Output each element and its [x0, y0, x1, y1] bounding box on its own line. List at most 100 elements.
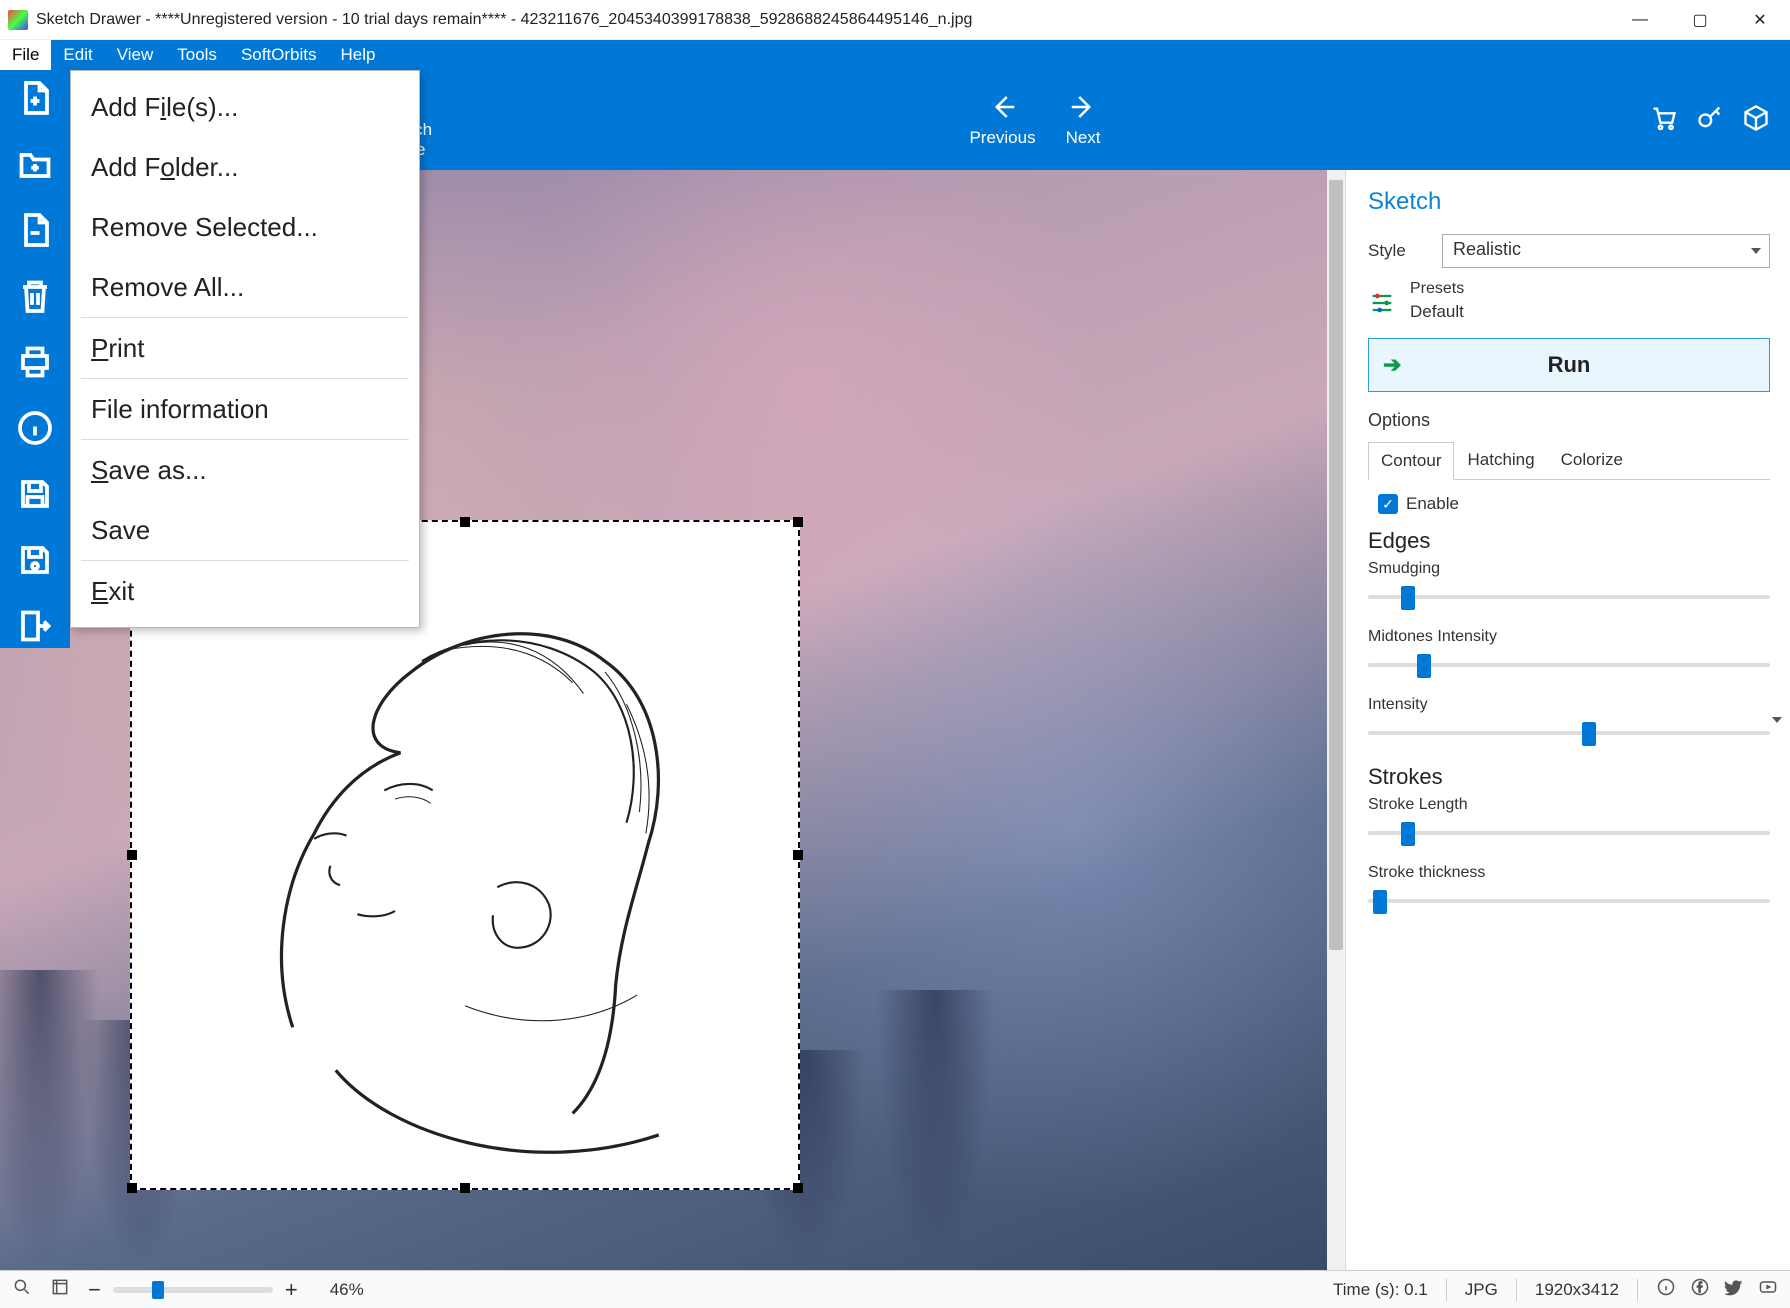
edges-heading: Edges	[1368, 528, 1770, 554]
sketch-panel: Sketch Style Realistic Presets Default ➔	[1345, 170, 1790, 1270]
remove-all-toolbar-button[interactable]	[13, 274, 57, 318]
menu-remove-selected[interactable]: Remove Selected...	[71, 197, 419, 257]
presets-settings-button[interactable]	[1368, 289, 1396, 322]
style-select[interactable]: Realistic	[1442, 234, 1770, 268]
menu-save-as[interactable]: Save as...	[71, 440, 419, 500]
app-icon	[8, 10, 28, 30]
cart-button[interactable]	[1650, 104, 1678, 137]
vertical-scrollbar[interactable]	[1327, 170, 1345, 1270]
save-as-icon	[17, 476, 53, 512]
add-folder-toolbar-button[interactable]	[13, 142, 57, 186]
zoom-control: − + 46%	[88, 1277, 364, 1303]
selection-handle[interactable]	[127, 1183, 137, 1193]
file-dropdown-menu: Add File(s)... Add Folder... Remove Sele…	[70, 70, 420, 628]
menu-add-files[interactable]: Add File(s)...	[71, 77, 419, 137]
panel-heading: Sketch	[1368, 188, 1770, 216]
package-button[interactable]	[1742, 104, 1770, 137]
info-icon	[17, 410, 53, 446]
remove-selected-toolbar-button[interactable]	[13, 208, 57, 252]
arrow-left-icon	[988, 92, 1018, 122]
menu-help[interactable]: Help	[329, 40, 388, 70]
status-facebook-button[interactable]	[1690, 1277, 1710, 1302]
twitter-icon	[1724, 1277, 1744, 1297]
stroke-thickness-label: Stroke thickness	[1368, 864, 1770, 882]
info-circle-icon	[1656, 1277, 1676, 1297]
menu-file[interactable]: File	[0, 40, 51, 70]
close-button[interactable]: ✕	[1730, 0, 1790, 40]
menu-print[interactable]: Print	[71, 318, 419, 378]
status-bar: − + 46% Time (s): 0.1 JPG 1920x3412	[0, 1270, 1790, 1308]
menu-view[interactable]: View	[105, 40, 166, 70]
menu-edit[interactable]: Edit	[51, 40, 104, 70]
add-file-toolbar-button[interactable]	[13, 76, 57, 120]
previous-button[interactable]: Previous	[969, 92, 1035, 148]
zoom-in-button[interactable]: +	[285, 1277, 298, 1303]
tab-colorize[interactable]: Colorize	[1548, 441, 1636, 479]
sliders-icon	[1368, 289, 1396, 317]
tab-hatching[interactable]: Hatching	[1454, 441, 1547, 479]
zoom-fit-icon	[50, 1277, 70, 1297]
save-icon	[17, 542, 53, 578]
options-label: Options	[1368, 410, 1770, 431]
selection-handle[interactable]	[460, 1183, 470, 1193]
status-info-button[interactable]	[1656, 1277, 1676, 1302]
facebook-icon	[1690, 1277, 1710, 1297]
info-toolbar-button[interactable]	[13, 406, 57, 450]
intensity-label: Intensity	[1368, 696, 1770, 714]
menu-bar: File Edit View Tools SoftOrbits Help	[0, 40, 1790, 70]
status-time: Time (s): 0.1	[1333, 1280, 1428, 1300]
tab-contour[interactable]: Contour	[1368, 442, 1454, 480]
menu-remove-all[interactable]: Remove All...	[71, 257, 419, 317]
sketch-preview	[142, 532, 788, 1178]
previous-label: Previous	[969, 128, 1035, 148]
presets-value: Default	[1410, 302, 1464, 321]
presets-select[interactable]: Default	[1410, 302, 1770, 322]
options-tabs: Contour Hatching Colorize	[1368, 441, 1770, 480]
selection-handle[interactable]	[127, 850, 137, 860]
printer-icon	[17, 344, 53, 380]
key-button[interactable]	[1696, 104, 1724, 137]
file-plus-icon	[17, 80, 53, 116]
scrollbar-thumb[interactable]	[1329, 180, 1343, 950]
intensity-slider[interactable]	[1368, 720, 1770, 746]
selection-handle[interactable]	[793, 850, 803, 860]
smudging-slider[interactable]	[1368, 584, 1770, 610]
folder-plus-icon	[17, 146, 53, 182]
selection-handle[interactable]	[793, 1183, 803, 1193]
menu-save[interactable]: Save	[71, 500, 419, 560]
zoom-actual-button[interactable]	[12, 1277, 32, 1302]
stroke-thickness-slider[interactable]	[1368, 888, 1770, 914]
stroke-length-slider[interactable]	[1368, 820, 1770, 846]
stroke-length-label: Stroke Length	[1368, 796, 1770, 814]
run-arrow-icon: ➔	[1383, 352, 1401, 378]
cart-icon	[1650, 104, 1678, 132]
menu-softorbits[interactable]: SoftOrbits	[229, 40, 329, 70]
enable-row: ✓ Enable	[1378, 494, 1770, 514]
background-decoration	[875, 990, 995, 1270]
run-button[interactable]: ➔ Run	[1368, 338, 1770, 392]
midtones-slider[interactable]	[1368, 652, 1770, 678]
menu-exit[interactable]: Exit	[71, 561, 419, 621]
save-as-toolbar-button[interactable]	[13, 472, 57, 516]
menu-file-info[interactable]: File information	[71, 379, 419, 439]
menu-tools[interactable]: Tools	[165, 40, 229, 70]
zoom-out-button[interactable]: −	[88, 1277, 101, 1303]
save-toolbar-button[interactable]	[13, 538, 57, 582]
zoom-fit-button[interactable]	[50, 1277, 70, 1302]
minimize-button[interactable]: —	[1610, 0, 1670, 40]
smudging-label: Smudging	[1368, 560, 1770, 578]
selection-handle[interactable]	[460, 517, 470, 527]
print-toolbar-button[interactable]	[13, 340, 57, 384]
status-twitter-button[interactable]	[1724, 1277, 1744, 1302]
menu-add-folder[interactable]: Add Folder...	[71, 137, 419, 197]
selection-handle[interactable]	[793, 517, 803, 527]
style-row: Style Realistic	[1368, 234, 1770, 268]
zoom-actual-icon	[12, 1277, 32, 1297]
cube-icon	[1742, 104, 1770, 132]
enable-checkbox[interactable]: ✓	[1378, 494, 1398, 514]
exit-toolbar-button[interactable]	[13, 604, 57, 648]
zoom-slider[interactable]	[113, 1287, 273, 1293]
status-youtube-button[interactable]	[1758, 1277, 1778, 1302]
next-button[interactable]: Next	[1066, 92, 1101, 148]
maximize-button[interactable]: ▢	[1670, 0, 1730, 40]
